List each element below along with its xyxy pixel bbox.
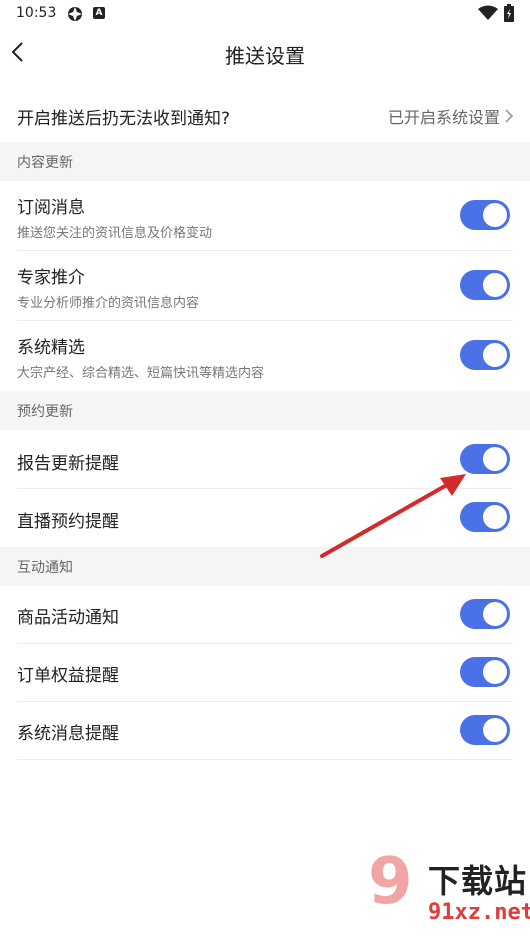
setting-title: 商品活动通知 bbox=[17, 608, 119, 628]
setting-row-live: 直播预约提醒 bbox=[0, 489, 530, 547]
section-title: 预约更新 bbox=[17, 404, 73, 420]
setting-subtitle: 专业分析师推介的资讯信息内容 bbox=[17, 296, 200, 311]
toggle-knob bbox=[483, 660, 507, 684]
watermark-brand: 下载站 bbox=[428, 862, 528, 900]
setting-row-system-message: 系统消息提醒 bbox=[0, 702, 530, 760]
section-title: 内容更新 bbox=[17, 155, 73, 171]
setting-subtitle: 推送您关注的资讯信息及价格变动 bbox=[17, 226, 213, 241]
toggle-order[interactable] bbox=[460, 657, 510, 687]
setting-subtitle: 大宗产经、综合精选、短篇快讯等精选内容 bbox=[17, 366, 265, 381]
toggle-selection[interactable] bbox=[460, 340, 510, 370]
app-badge-icon: A bbox=[93, 7, 105, 19]
watermark-url: 91xz.net bbox=[428, 900, 530, 925]
setting-row-expert: 专家推介 专业分析师推介的资讯信息内容 bbox=[0, 251, 530, 321]
setting-title: 订阅消息 bbox=[17, 198, 85, 218]
section-header-content: 内容更新 bbox=[0, 142, 530, 181]
status-bar: 10:53 A bbox=[0, 0, 530, 30]
setting-row-order: 订单权益提醒 bbox=[0, 644, 530, 702]
toggle-activity[interactable] bbox=[460, 599, 510, 629]
setting-row-activity: 商品活动通知 bbox=[0, 586, 530, 644]
toggle-expert[interactable] bbox=[460, 270, 510, 300]
setting-title: 报告更新提醒 bbox=[17, 454, 119, 474]
toggle-knob bbox=[483, 602, 507, 626]
toggle-knob bbox=[483, 505, 507, 529]
section-title: 互动通知 bbox=[17, 560, 73, 576]
setting-title: 系统精选 bbox=[17, 338, 85, 358]
divider bbox=[17, 759, 513, 760]
toggle-knob bbox=[483, 447, 507, 471]
notification-help-label: 开启推送后扔无法收到通知? bbox=[17, 109, 231, 129]
chevron-right-icon bbox=[505, 109, 514, 123]
setting-row-report: 报告更新提醒 bbox=[0, 430, 530, 489]
toggle-report[interactable] bbox=[460, 444, 510, 474]
setting-row-subscription: 订阅消息 推送您关注的资讯信息及价格变动 bbox=[0, 181, 530, 251]
setting-title: 系统消息提醒 bbox=[17, 724, 119, 744]
status-time: 10:53 bbox=[16, 5, 57, 21]
toggle-knob bbox=[483, 718, 507, 742]
setting-title: 订单权益提醒 bbox=[17, 666, 119, 686]
watermark-number: 9 bbox=[368, 845, 413, 919]
page-title: 推送设置 bbox=[225, 44, 305, 68]
toggle-system-message[interactable] bbox=[460, 715, 510, 745]
system-settings-label: 已开启系统设置 bbox=[387, 108, 500, 127]
toggle-subscription[interactable] bbox=[460, 200, 510, 230]
system-settings-link[interactable]: 已开启系统设置 bbox=[388, 104, 514, 128]
watermark-logo: 9 下载站 91xz.net bbox=[368, 848, 530, 942]
toggle-knob bbox=[483, 343, 507, 367]
toggle-live[interactable] bbox=[460, 502, 510, 532]
toggle-knob bbox=[483, 203, 507, 227]
setting-title: 专家推介 bbox=[17, 268, 85, 288]
notification-help-row[interactable]: 开启推送后扔无法收到通知? 已开启系统设置 bbox=[0, 90, 530, 142]
setting-title: 直播预约提醒 bbox=[17, 512, 119, 532]
battery-icon bbox=[504, 4, 514, 22]
toggle-knob bbox=[483, 273, 507, 297]
wifi-icon bbox=[478, 5, 498, 20]
nav-bar: 推送设置 bbox=[0, 30, 530, 78]
setting-row-selection: 系统精选 大宗产经、综合精选、短篇快讯等精选内容 bbox=[0, 321, 530, 391]
sync-icon bbox=[68, 7, 82, 21]
section-header-interaction: 互动通知 bbox=[0, 547, 530, 586]
section-header-reservation: 预约更新 bbox=[0, 391, 530, 430]
